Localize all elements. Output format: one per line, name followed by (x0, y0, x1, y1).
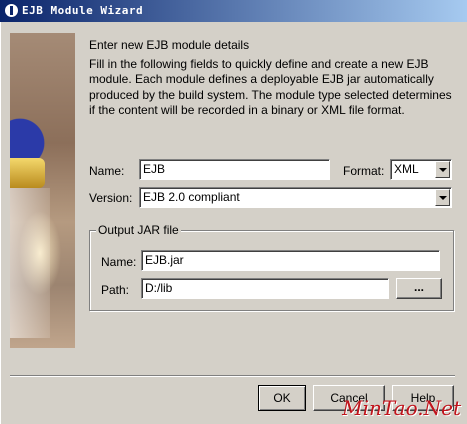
format-value: XML (394, 162, 419, 176)
page-description: Fill in the following fields to quickly … (89, 57, 452, 118)
chevron-down-icon[interactable] (435, 161, 450, 178)
ellipsis-icon: ... (413, 280, 424, 294)
name-label: Name: (89, 164, 125, 178)
browse-button[interactable]: ... (396, 278, 442, 299)
bottle-cap-graphic (10, 158, 45, 188)
jar-name-label: Name: (101, 255, 137, 269)
ok-button[interactable]: OK (258, 385, 306, 411)
jar-path-input[interactable]: D:/lib (141, 278, 389, 299)
page-heading: Enter new EJB module details (89, 38, 250, 52)
jar-path-label: Path: (101, 283, 130, 297)
button-separator (10, 375, 455, 377)
app-icon (4, 3, 19, 18)
version-value: EJB 2.0 compliant (143, 190, 240, 204)
jar-name-value: EJB.jar (145, 253, 184, 267)
chevron-down-icon[interactable] (435, 189, 450, 206)
wizard-side-image (10, 33, 75, 348)
title-bar[interactable]: EJB Module Wizard (0, 0, 467, 22)
bottle-graphic (10, 188, 50, 338)
jar-name-input[interactable]: EJB.jar (141, 250, 440, 271)
format-label: Format: (343, 164, 385, 178)
output-jar-group-title: Output JAR file (96, 223, 181, 237)
format-select[interactable]: XML (390, 159, 452, 180)
module-name-input[interactable]: EJB (139, 159, 330, 180)
window-title: EJB Module Wizard (22, 4, 144, 17)
module-name-value: EJB (143, 162, 166, 176)
watermark-text: MinTao.Net (342, 396, 461, 420)
jar-path-value: D:/lib (145, 281, 173, 295)
version-label: Version: (89, 191, 133, 205)
version-select[interactable]: EJB 2.0 compliant (139, 187, 452, 208)
